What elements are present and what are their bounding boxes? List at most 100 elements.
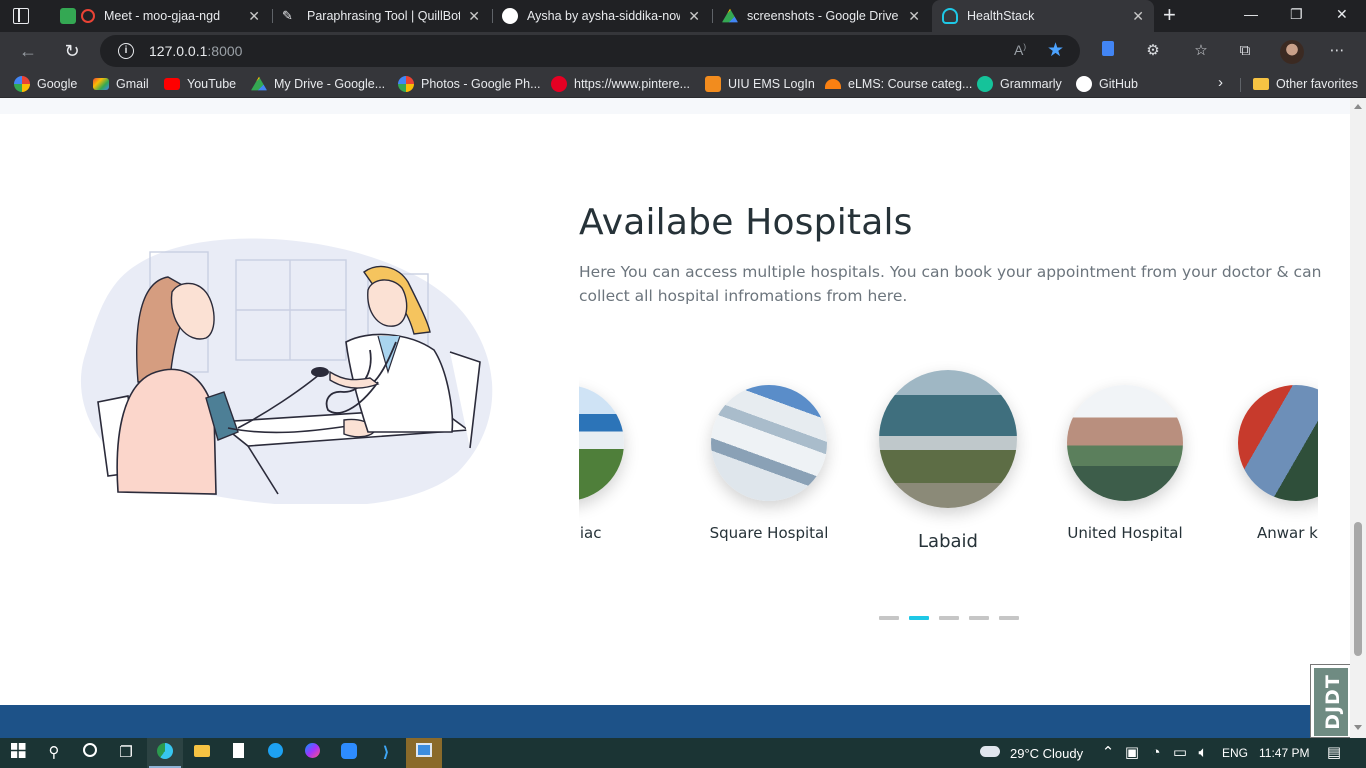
weather-text[interactable]: 29°C Cloudy [1010, 746, 1083, 761]
page-scrollbar[interactable] [1350, 98, 1366, 738]
quillbot-icon: ✎ [282, 8, 293, 23]
close-window-button[interactable]: ✕ [1336, 6, 1348, 23]
profile-avatar[interactable] [1280, 40, 1304, 64]
bookmark-uiu-ems[interactable]: UIU EMS LogIn [705, 76, 815, 92]
battery-icon[interactable]: ▭ [1170, 743, 1190, 763]
tab-separator [272, 9, 273, 23]
favorite-star-icon[interactable]: ★ [1047, 39, 1064, 62]
bookmark-separator [1240, 78, 1241, 92]
bookmark-label: Photos - Google Ph... [421, 77, 541, 91]
folder-icon [1253, 78, 1269, 90]
device-icon[interactable]: ▣ [1122, 743, 1142, 763]
close-tab-icon[interactable]: ✕ [1132, 8, 1144, 25]
carousel-dot[interactable] [879, 616, 899, 620]
tab-actions-icon[interactable] [12, 7, 30, 25]
carousel-dot[interactable] [999, 616, 1019, 620]
file-explorer-icon[interactable] [192, 743, 212, 763]
site-info-icon[interactable]: i [118, 43, 134, 59]
pinterest-icon [551, 76, 567, 92]
snipping-tool-icon[interactable] [414, 743, 434, 763]
hospital-card[interactable]: n Cardiac [579, 385, 639, 542]
volume-icon[interactable]: 🔈︎ [1193, 743, 1213, 763]
hospital-carousel[interactable]: n Cardiac Square Hospital Labaid United … [579, 358, 1318, 568]
bookmark-elms[interactable]: eLMS: Course categ... [825, 76, 972, 92]
hospital-card[interactable]: United Hospital [1060, 385, 1190, 542]
task-view-icon[interactable]: ❐ [116, 743, 136, 763]
tab-healthstack[interactable]: HealthStack ✕ [932, 0, 1154, 32]
carousel-dot-active[interactable] [909, 616, 929, 620]
cloud-weather-icon[interactable] [978, 743, 1002, 763]
doctor-patient-illustration [80, 238, 493, 504]
tab-google-drive[interactable]: screenshots - Google Drive ✕ [722, 0, 930, 32]
notifications-icon[interactable]: ▤ [1324, 743, 1344, 763]
extensions-icon[interactable]: ⚙ [1143, 41, 1163, 61]
chevron-up-icon[interactable]: ⌃ [1098, 743, 1118, 763]
scrollbar-thumb[interactable] [1354, 522, 1362, 656]
hospital-name: Anwar k [1257, 524, 1318, 542]
bookmark-google[interactable]: Google [14, 76, 77, 92]
new-tab-button[interactable]: + [1163, 4, 1176, 26]
vscode-icon[interactable]: ⟩ [376, 743, 396, 763]
close-tab-icon[interactable]: ✕ [248, 8, 260, 25]
messenger-icon[interactable] [302, 743, 322, 763]
search-icon[interactable]: ⚲ [44, 743, 64, 763]
notepad-icon[interactable] [228, 743, 248, 763]
favorites-icon[interactable]: ☆ [1191, 41, 1211, 61]
bookmark-youtube[interactable]: YouTube [164, 76, 236, 92]
docs-extension-icon[interactable] [1098, 41, 1118, 61]
bookmark-grammarly[interactable]: Grammarly [977, 76, 1062, 92]
twitter-icon[interactable] [265, 743, 285, 763]
carousel-dot[interactable] [939, 616, 959, 620]
read-aloud-icon[interactable]: A) [1014, 42, 1026, 58]
minimize-button[interactable]: — [1244, 6, 1258, 22]
back-arrow-icon[interactable]: ← [17, 40, 39, 62]
tab-title: HealthStack [967, 9, 1035, 23]
carousel-dot[interactable] [969, 616, 989, 620]
scroll-down-arrow-icon[interactable] [1354, 725, 1362, 730]
hospital-image [1067, 385, 1183, 501]
collections-icon[interactable]: ⧉ [1235, 41, 1255, 61]
zoom-icon[interactable] [339, 743, 359, 763]
tab-github[interactable]: Aysha by aysha-siddika-nowshin ✕ [502, 0, 710, 32]
close-tab-icon[interactable]: ✕ [688, 8, 700, 25]
hospital-card[interactable]: Anwar k [1231, 385, 1318, 542]
cortana-icon[interactable] [80, 743, 100, 763]
bookmark-pinterest[interactable]: https://www.pintere... [551, 76, 690, 92]
refresh-icon[interactable]: ↻ [61, 40, 83, 62]
tab-title: Aysha by aysha-siddika-nowshin [527, 9, 680, 23]
windows-start-icon[interactable] [8, 743, 28, 763]
hospital-card[interactable]: Square Hospital [704, 385, 834, 542]
language-indicator[interactable]: ENG [1222, 746, 1248, 760]
google-drive-icon [251, 76, 267, 91]
bookmark-google-photos[interactable]: Photos - Google Ph... [398, 76, 541, 92]
wifi-icon[interactable]: ◔ [1146, 743, 1166, 763]
google-photos-icon [398, 76, 414, 92]
bookmark-label: Grammarly [1000, 77, 1062, 91]
more-menu-icon[interactable]: ⋯ [1327, 41, 1347, 61]
djdt-handle-background: DJDT [1314, 668, 1348, 736]
browser-tab-strip: Meet - moo-gjaa-ngd ✕ ✎ Paraphrasing Too… [0, 0, 1366, 32]
bookmark-label: GitHub [1099, 77, 1138, 91]
hospital-image [1238, 385, 1318, 501]
restore-button[interactable]: ❐ [1290, 6, 1303, 23]
chevron-right-icon[interactable]: › [1218, 74, 1223, 91]
address-bar[interactable]: i 127.0.0.1:8000 A) ★ [100, 35, 1080, 67]
scroll-up-arrow-icon[interactable] [1354, 104, 1362, 109]
tab-quillbot[interactable]: ✎ Paraphrasing Tool | QuillBot AI ✕ [282, 0, 490, 32]
close-tab-icon[interactable]: ✕ [908, 8, 920, 25]
tab-title: screenshots - Google Drive [747, 9, 899, 23]
edge-browser-icon[interactable] [155, 743, 175, 763]
bookmark-gmail[interactable]: Gmail [93, 76, 149, 92]
bookmark-github[interactable]: GitHub [1076, 76, 1138, 92]
bookmark-other-favorites[interactable]: Other favorites [1253, 76, 1358, 92]
github-icon [1076, 76, 1092, 92]
tab-title: Paraphrasing Tool | QuillBot AI [307, 9, 461, 23]
tab-meet[interactable]: Meet - moo-gjaa-ngd ✕ [56, 0, 270, 32]
close-tab-icon[interactable]: ✕ [468, 8, 480, 25]
hospital-card-active[interactable]: Labaid [875, 370, 1021, 552]
django-debug-toolbar-handle[interactable]: DJDT [1310, 664, 1350, 738]
hospital-name: Square Hospital [709, 524, 829, 542]
clock-time[interactable]: 11:47 PM [1259, 746, 1309, 760]
bookmark-my-drive[interactable]: My Drive - Google... [251, 76, 385, 92]
url-text[interactable]: 127.0.0.1:8000 [149, 43, 242, 59]
